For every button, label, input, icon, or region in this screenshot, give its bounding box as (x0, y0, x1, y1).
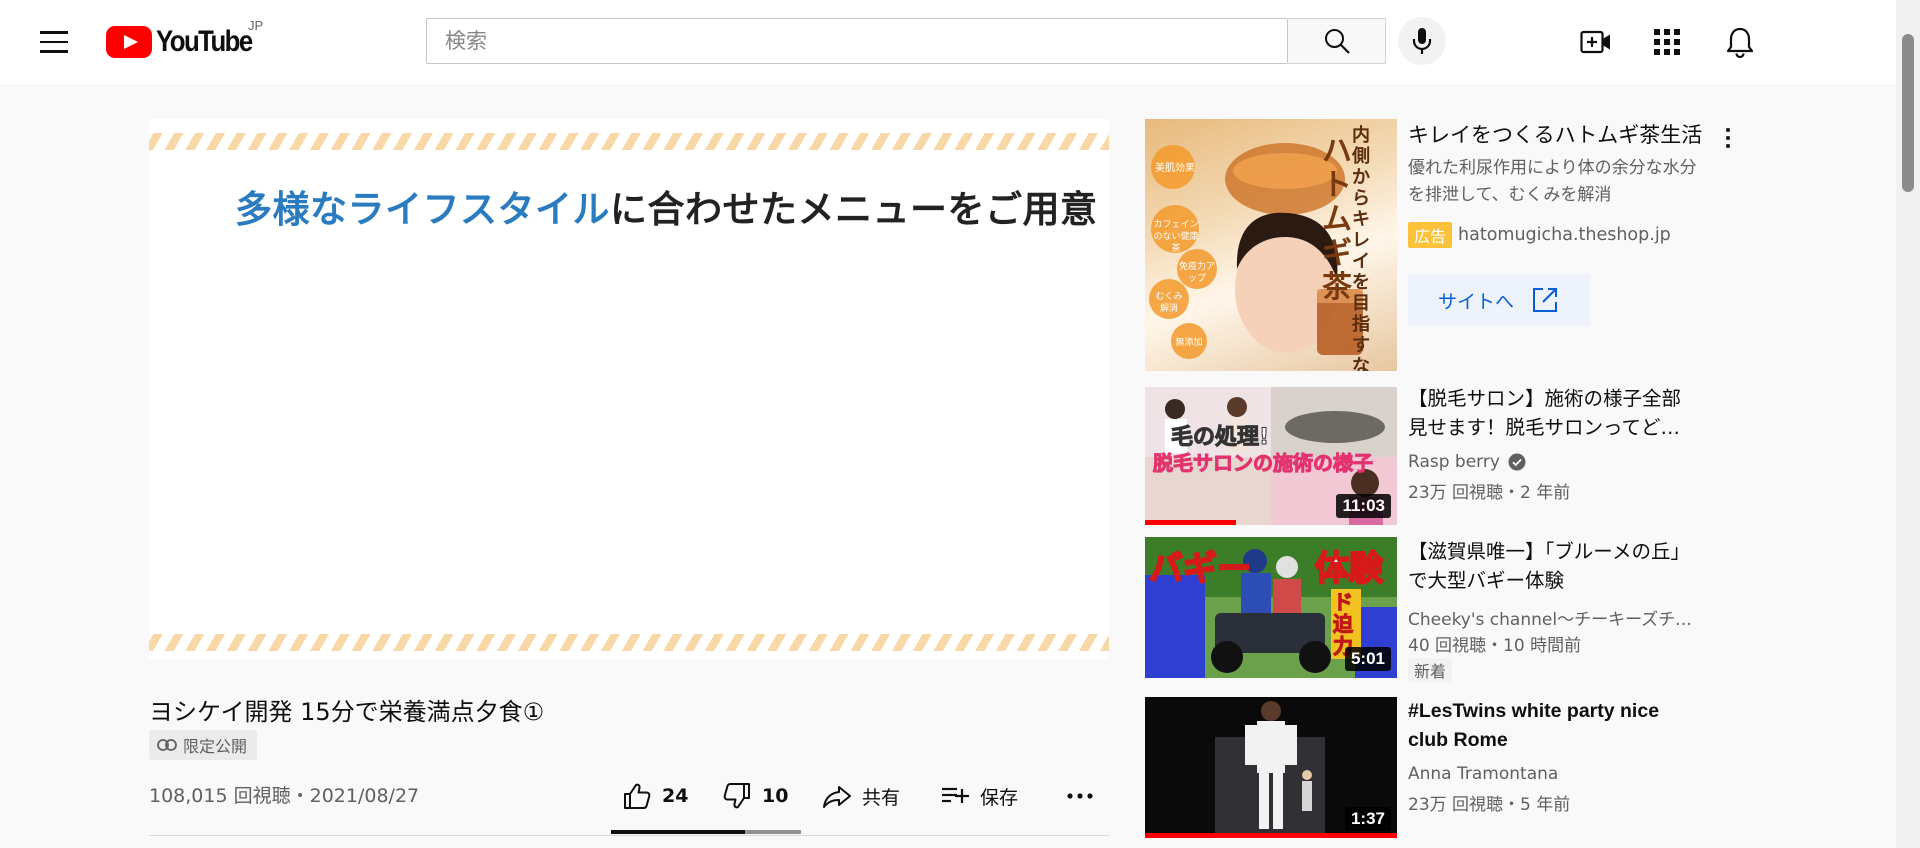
ad-badge: 広告 (1408, 222, 1453, 248)
youtube-play-icon (106, 26, 152, 58)
page-scrollbar[interactable] (1896, 0, 1920, 848)
rec-1-thumbnail-text-2: 脱毛サロンの施術の様子 (1153, 451, 1374, 476)
slide-heading: 多様なライフスタイルに合わせたメニューをご用意 (235, 179, 1098, 233)
external-link-icon (1533, 288, 1557, 312)
channel-name-text: Cheeky's channel〜チーキーズチャンネル〜 (1408, 610, 1698, 630)
dislike-button[interactable]: 10 (722, 776, 788, 816)
search-input[interactable] (427, 19, 1287, 63)
youtube-logo[interactable]: YouTube JP (106, 18, 267, 60)
share-label: 共有 (862, 786, 901, 809)
channel-name[interactable]: Cheeky's channel〜チーキーズチャンネル〜 (1408, 605, 1698, 630)
video-player[interactable]: 多様なライフスタイルに合わせたメニューをご用意 (149, 119, 1109, 659)
share-icon (823, 786, 851, 808)
channel-name[interactable]: Rasp berry (1408, 452, 1698, 472)
rec-2-thumbnail-text-1: バギー (1148, 549, 1252, 589)
voice-search-button[interactable] (1398, 17, 1446, 65)
video-duration: 5:01 (1344, 647, 1391, 671)
share-button[interactable]: 共有 (822, 776, 900, 816)
ad-bubble-5: 無添加 (1175, 338, 1203, 348)
recommendation-thumbnail[interactable]: 1:37 (1145, 697, 1397, 838)
slide-heading-highlight: 多様なライフスタイル (235, 188, 610, 231)
search-button[interactable] (1288, 18, 1386, 64)
link-icon (157, 739, 177, 751)
menu-icon[interactable] (34, 22, 74, 62)
view-count-age: 40 回視聴・10 時間前 (1408, 636, 1582, 656)
unlisted-label: 限定公開 (183, 737, 248, 756)
ad-bubble-2: カフェインのない健康茶 (1153, 220, 1199, 254)
info-divider (149, 835, 1109, 836)
video-duration: 11:03 (1336, 494, 1391, 518)
ad-domain: hatomugicha.theshop.jp (1458, 225, 1671, 245)
channel-name-text: Anna Tramontana (1408, 764, 1559, 784)
search-icon (1324, 29, 1350, 54)
masthead: YouTube JP (0, 0, 1896, 84)
thumbs-up-icon (624, 783, 651, 809)
ad-thumbnail-product: ハトムギ茶 (1322, 134, 1352, 305)
watch-progress-bar (1145, 520, 1236, 525)
more-actions-button[interactable] (1066, 776, 1094, 816)
visit-site-button[interactable]: サイトへ (1408, 274, 1590, 326)
recommendation-title[interactable]: 【滋賀県唯一】「ブルーメの丘」で大型バギー体験 (1408, 537, 1698, 595)
ad-thumbnail-tagline: 内側からキレイを目指すなら (1352, 125, 1370, 371)
visit-site-label: サイトへ (1437, 290, 1514, 313)
video-duration: 1:37 (1344, 807, 1391, 831)
watch-progress-bar (1145, 833, 1397, 838)
channel-name-text: Rasp berry (1408, 452, 1500, 472)
search-box[interactable] (426, 18, 1288, 64)
like-ratio-fill (611, 830, 746, 834)
create-video-icon[interactable] (1576, 22, 1616, 62)
like-dislike-ratio-bar (611, 830, 801, 834)
logo-wordmark: YouTube (156, 25, 253, 58)
ad-bubble-3: 免疫力アップ (1179, 262, 1216, 284)
recommendation-title[interactable]: #LesTwins white party nice club Rome (1408, 697, 1698, 755)
notifications-bell-icon[interactable] (1720, 22, 1760, 62)
ad-thumbnail[interactable]: 内側からキレイを目指すなら ハトムギ茶 美肌効果 カフェインのない健康茶 免疫力… (1145, 119, 1397, 371)
ad-title[interactable]: キレイをつくるハトムギ茶生活 (1408, 119, 1702, 149)
ad-description: 優れた利尿作用により体の余分な水分を排泄して、むくみを解消 (1408, 158, 1697, 205)
channel-name[interactable]: Anna Tramontana (1408, 764, 1698, 784)
region-code: JP (248, 18, 264, 33)
slide-heading-rest: に合わせたメニューをご用意 (610, 188, 1098, 231)
verified-badge-icon (1508, 453, 1526, 471)
apps-grid-icon[interactable] (1647, 22, 1687, 62)
ad-info-row: 広告 hatomugicha.theshop.jp (1408, 222, 1671, 248)
recommendation-title[interactable]: 【脱毛サロン】施術の様子全部見せます！脱毛サロンってど… (1408, 384, 1698, 442)
save-playlist-icon (942, 787, 969, 803)
like-button[interactable]: 24 (622, 776, 688, 816)
microphone-icon (1412, 28, 1432, 54)
dislike-count: 10 (762, 785, 789, 807)
save-label: 保存 (980, 786, 1019, 809)
new-badge: 新着 (1408, 658, 1453, 682)
like-count: 24 (662, 785, 689, 807)
thumbs-down-icon (723, 783, 750, 809)
view-count-date: 108,015 回視聴・2021/08/27 (149, 785, 420, 807)
video-title: ヨシケイ開発 15分で栄養満点夕食① (149, 698, 545, 726)
slide-bottom-stripe (149, 634, 1109, 651)
more-horizontal-icon (1067, 793, 1093, 799)
view-count-age: 23万 回視聴・2 年前 (1408, 483, 1571, 503)
ad-bubble-4: むくみ解消 (1155, 292, 1183, 314)
slide-top-stripe (149, 133, 1109, 150)
scrollbar-thumb[interactable] (1902, 34, 1914, 192)
recommendation-thumbnail[interactable]: バギー 体験 ド迫力 5:01 (1145, 537, 1397, 678)
rec-2-thumbnail-text-2: 体験 (1314, 548, 1384, 590)
more-vertical-icon[interactable] (1718, 122, 1738, 154)
ad-bubble-1: 美肌効果 (1155, 163, 1195, 174)
unlisted-badge: 限定公開 (149, 730, 258, 760)
view-count-age: 23万 回視聴・5 年前 (1408, 795, 1571, 815)
save-button[interactable]: 保存 (940, 776, 1018, 816)
recommendation-thumbnail[interactable]: 毛の処理! 脱毛サロンの施術の様子 11:03 (1145, 387, 1397, 525)
